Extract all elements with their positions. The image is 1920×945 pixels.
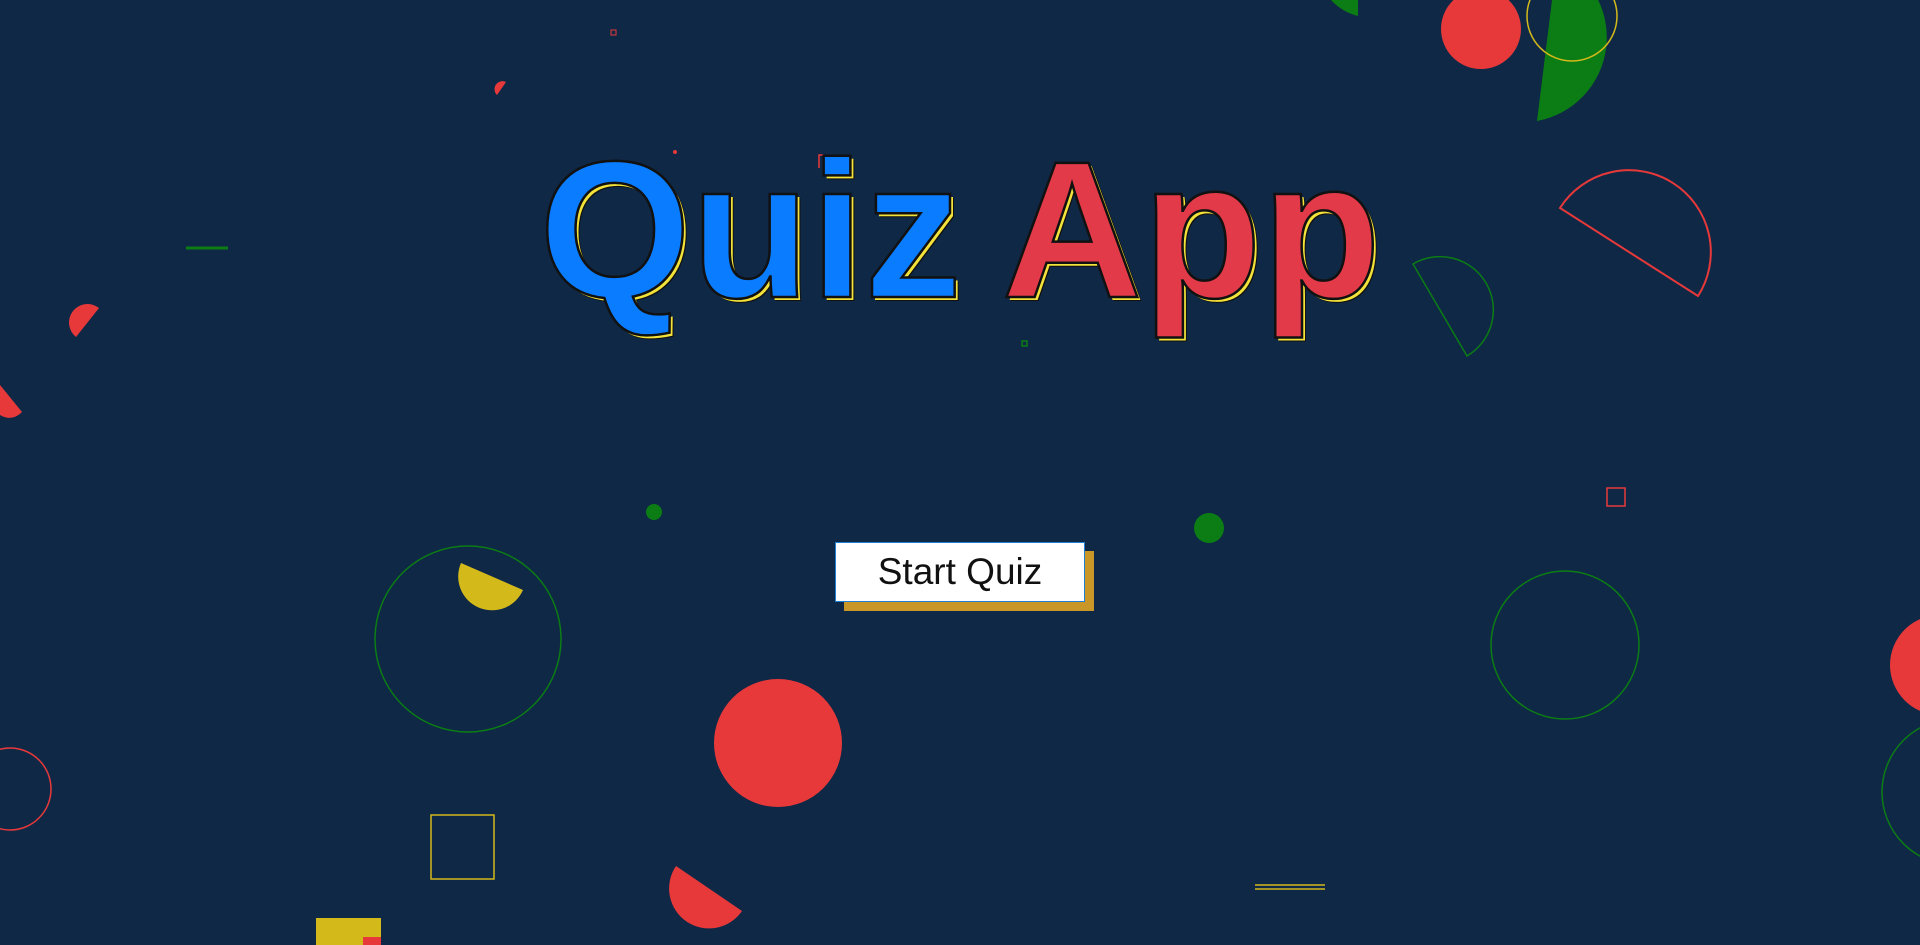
red-circle-large	[714, 679, 842, 807]
red-square-outline	[1606, 487, 1626, 507]
green-ring-large	[374, 545, 562, 733]
start-quiz-wrapper: Start Quiz	[835, 542, 1094, 611]
tiny-square-green	[1021, 340, 1028, 347]
red-circle-right-edge	[1890, 619, 1920, 711]
start-quiz-button[interactable]: Start Quiz	[835, 542, 1085, 602]
green-half-circle-large	[1537, 0, 1607, 121]
red-ring-left-edge	[0, 747, 52, 831]
yellow-square-bottom	[316, 918, 381, 945]
yellow-square-outline	[430, 814, 495, 880]
red-square-bottom	[363, 937, 381, 945]
green-ring-right	[1490, 570, 1640, 720]
red-wedge-left	[0, 385, 22, 418]
green-dot-left	[646, 504, 662, 520]
tiny-square-outline	[610, 29, 617, 36]
title-word-quiz: Quiz	[538, 121, 963, 339]
red-half-circle-bottom	[669, 866, 742, 929]
quiz-home-screen: Quiz App Start Quiz	[0, 0, 1920, 945]
green-ring-right-edge	[1881, 727, 1920, 857]
yellow-half-circle	[458, 563, 523, 611]
app-title: Quiz App	[0, 129, 1920, 332]
title-word-app: App	[1000, 121, 1382, 339]
yellow-ring-top	[1526, 0, 1618, 62]
tiny-half-circle	[494, 81, 506, 95]
green-wedge-top	[1331, 0, 1358, 16]
red-circle-top-right	[1441, 0, 1521, 69]
green-dot-right	[1194, 513, 1224, 543]
